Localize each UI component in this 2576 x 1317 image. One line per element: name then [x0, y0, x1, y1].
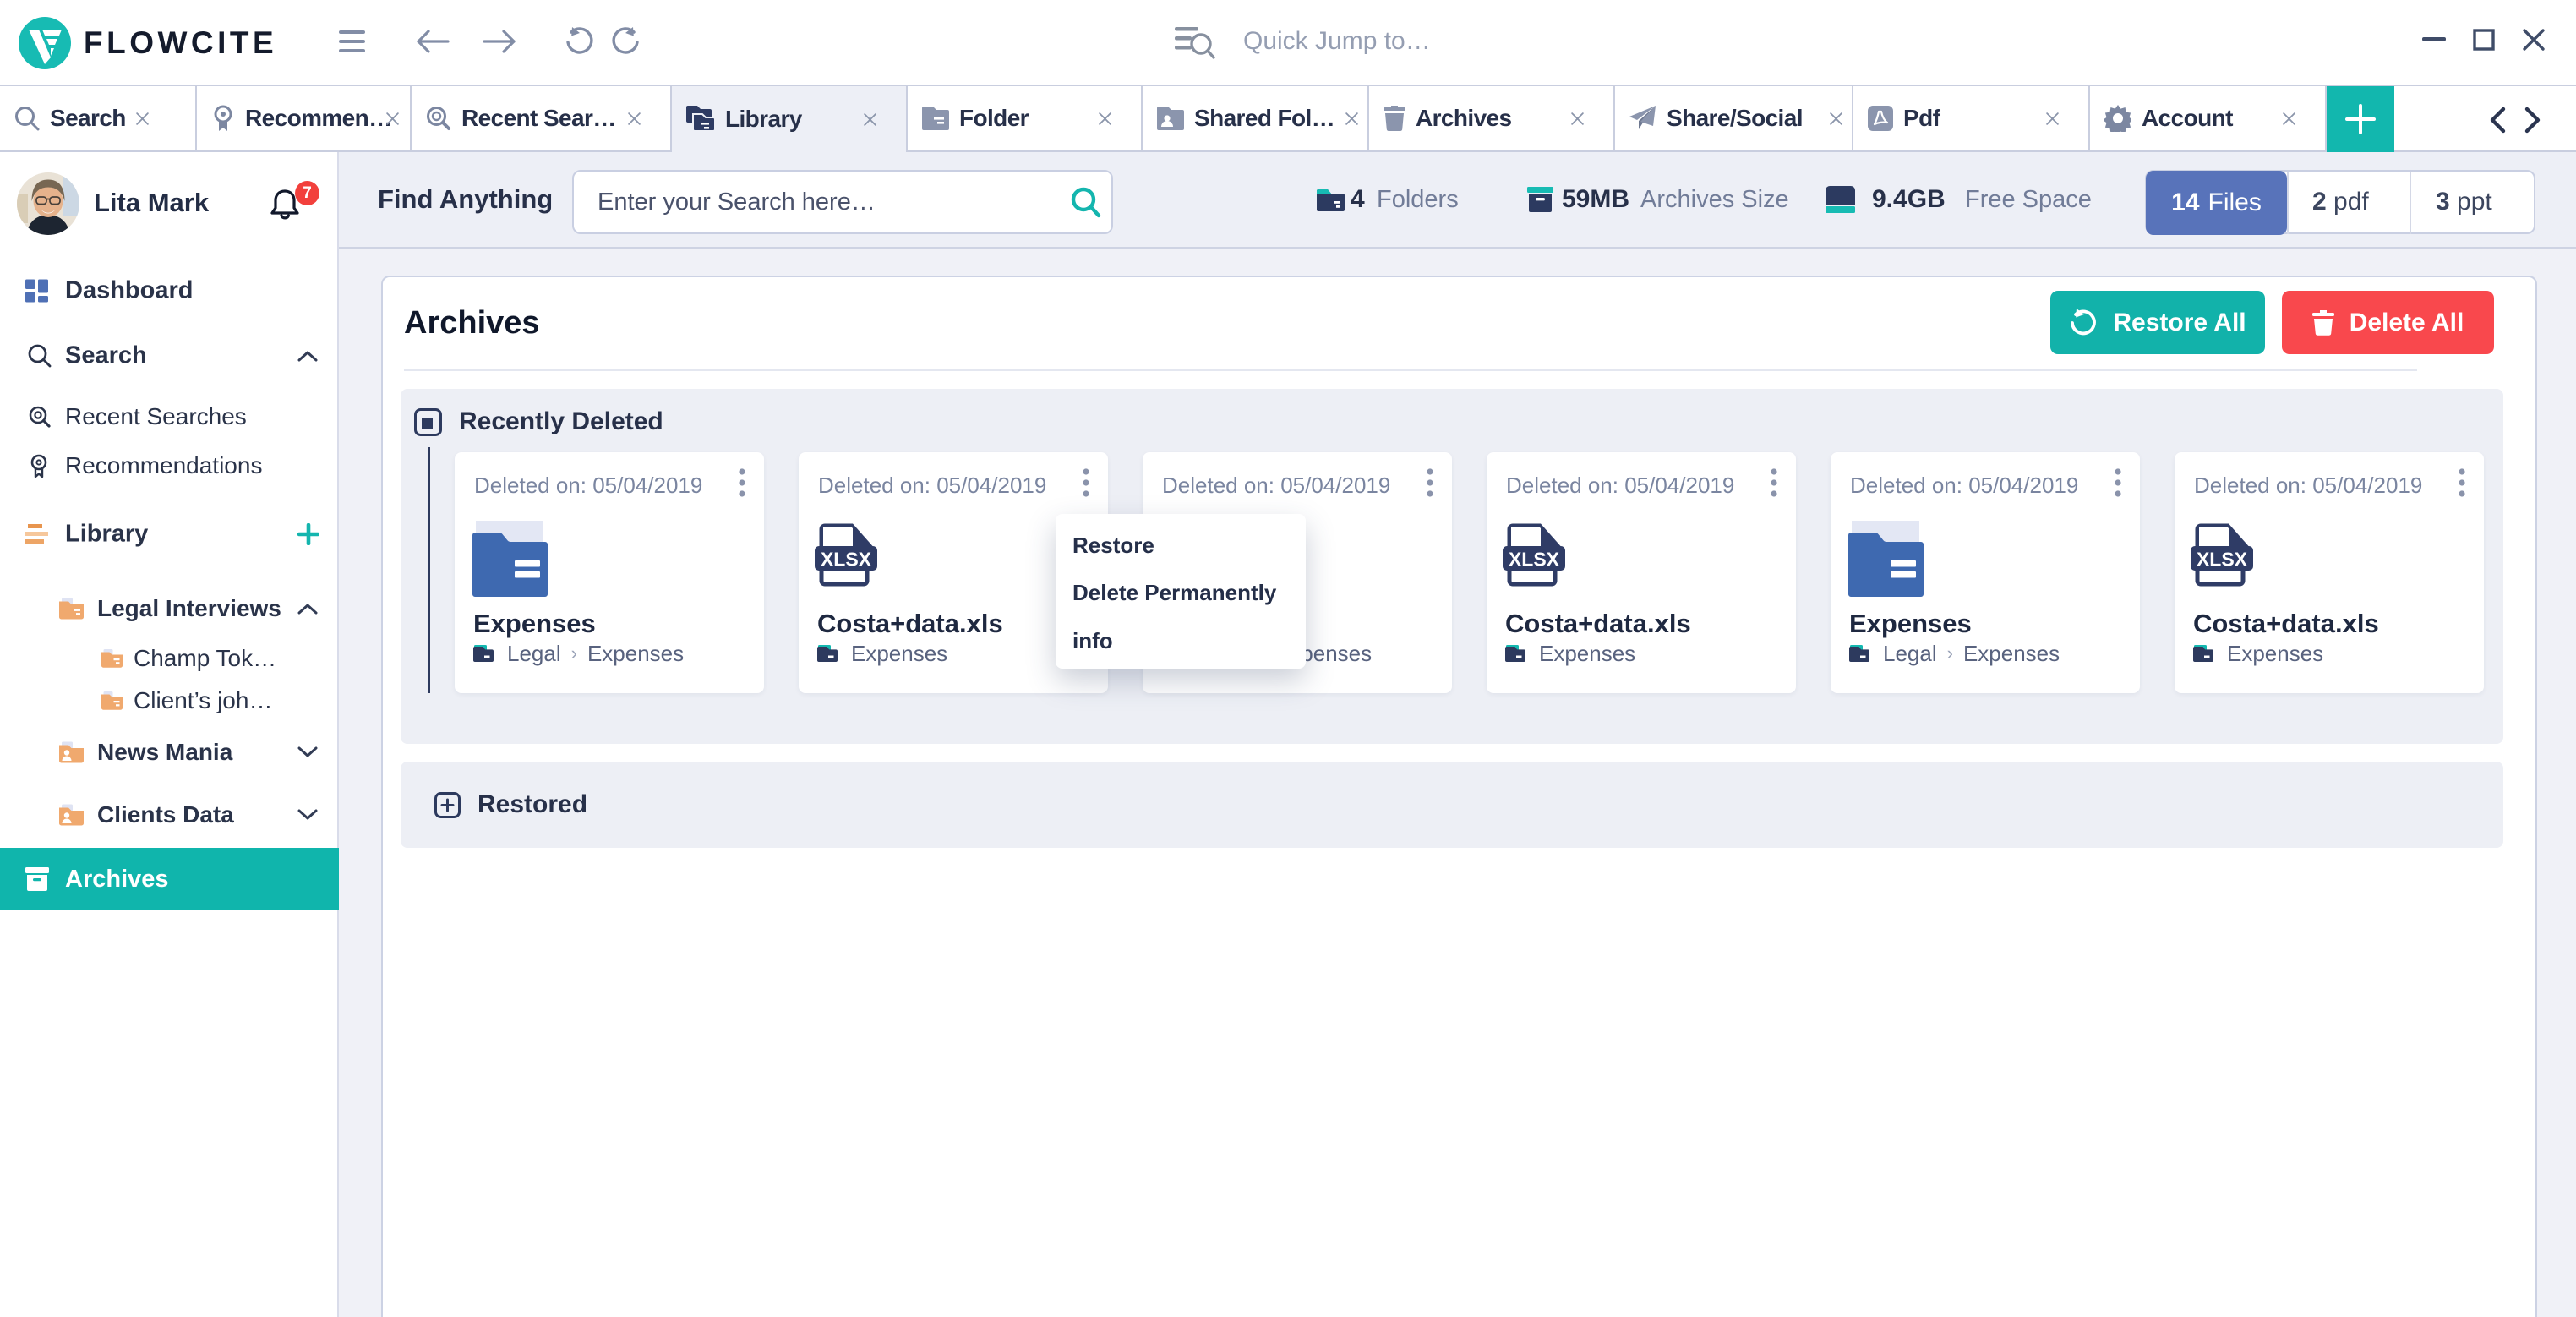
svg-text:XLSX: XLSX: [1509, 549, 1560, 571]
svg-text:XLSX: XLSX: [821, 549, 872, 571]
svg-text:XLSX: XLSX: [2197, 549, 2248, 571]
